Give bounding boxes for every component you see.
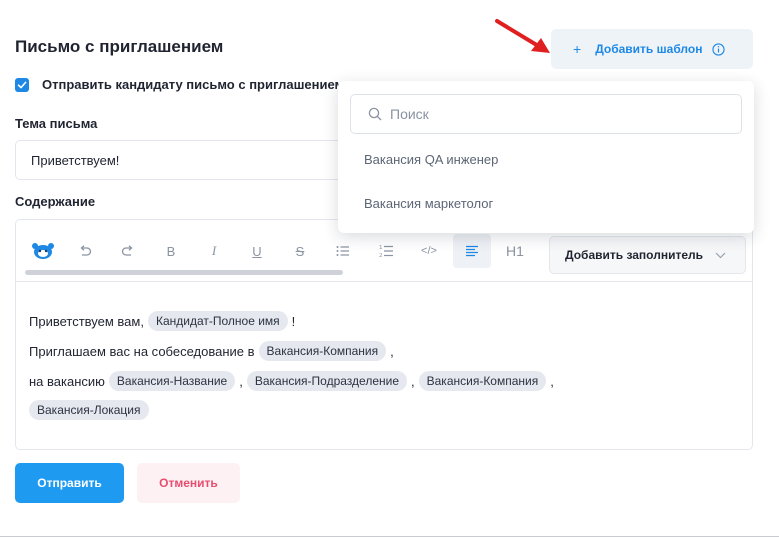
- toolbar-scrollbar[interactable]: [25, 270, 343, 275]
- invite-checkbox-label: Отправить кандидату письмо с приглашение…: [42, 77, 345, 92]
- search-icon: [368, 107, 382, 121]
- plus-icon: +: [573, 41, 582, 57]
- send-button[interactable]: Отправить: [15, 463, 124, 503]
- subject-input[interactable]: [15, 140, 355, 180]
- placeholder-tag[interactable]: Вакансия-Компания: [258, 341, 387, 361]
- redo-icon[interactable]: [114, 237, 142, 265]
- info-icon[interactable]: [712, 42, 726, 56]
- placeholder-tag[interactable]: Вакансия-Локация: [29, 400, 149, 420]
- italic-button[interactable]: I: [200, 237, 228, 265]
- content-label: Содержание: [15, 194, 96, 209]
- bullet-list-icon[interactable]: [329, 237, 357, 265]
- invite-checkbox-row[interactable]: Отправить кандидату письмо с приглашение…: [15, 77, 345, 92]
- bold-button[interactable]: B: [157, 237, 185, 265]
- invite-checkbox[interactable]: [15, 77, 29, 92]
- body-line-4: Вакансия-Локация: [29, 400, 153, 420]
- placeholder-tag[interactable]: Вакансия-Название: [108, 371, 236, 391]
- align-left-icon[interactable]: [453, 234, 491, 268]
- subject-label: Тема письма: [15, 116, 98, 131]
- page-title: Письмо с приглашением: [15, 37, 224, 56]
- rich-text-editor[interactable]: B I U S 12 </> H1 Добавить заполнитель П…: [15, 219, 753, 450]
- body-line-1: Приветствуем вам, Кандидат-Полное имя !: [29, 311, 295, 331]
- template-search-input[interactable]: [390, 106, 720, 122]
- placeholder-tag[interactable]: Вакансия-Подразделение: [246, 371, 407, 391]
- add-template-button[interactable]: + Добавить шаблон: [551, 29, 753, 69]
- cancel-button[interactable]: Отменить: [137, 463, 240, 503]
- bottom-divider: [0, 536, 779, 537]
- chevron-down-icon: [715, 252, 726, 258]
- template-item-marketing[interactable]: Вакансия маркетолог: [364, 196, 493, 211]
- placeholder-tag[interactable]: Кандидат-Полное имя: [147, 311, 288, 331]
- underline-button[interactable]: U: [243, 237, 271, 265]
- strikethrough-button[interactable]: S: [286, 237, 314, 265]
- mascot-icon[interactable]: [29, 237, 57, 265]
- body-line-2: Приглашаем вас на собеседование в Ваканс…: [29, 341, 394, 361]
- red-arrow-annotation: [495, 19, 550, 53]
- svg-text:2: 2: [379, 253, 383, 258]
- body-line-3: на вакансию Вакансия-Название , Вакансия…: [29, 371, 554, 391]
- code-button[interactable]: </>: [415, 237, 443, 265]
- template-search-box[interactable]: [350, 94, 742, 134]
- add-placeholder-button[interactable]: Добавить заполнитель: [549, 236, 746, 274]
- add-template-label: Добавить шаблон: [595, 42, 703, 56]
- template-item-qa[interactable]: Вакансия QA инженер: [364, 152, 498, 167]
- svg-text:1: 1: [379, 245, 383, 251]
- check-icon: [17, 81, 27, 88]
- placeholder-tag[interactable]: Вакансия-Компания: [418, 371, 547, 391]
- ordered-list-icon[interactable]: 12: [372, 237, 400, 265]
- add-placeholder-label: Добавить заполнитель: [565, 248, 704, 262]
- template-dropdown: Вакансия QA инженер Вакансия маркетолог: [338, 81, 754, 233]
- heading-button[interactable]: H1: [501, 237, 529, 265]
- undo-icon[interactable]: [71, 237, 99, 265]
